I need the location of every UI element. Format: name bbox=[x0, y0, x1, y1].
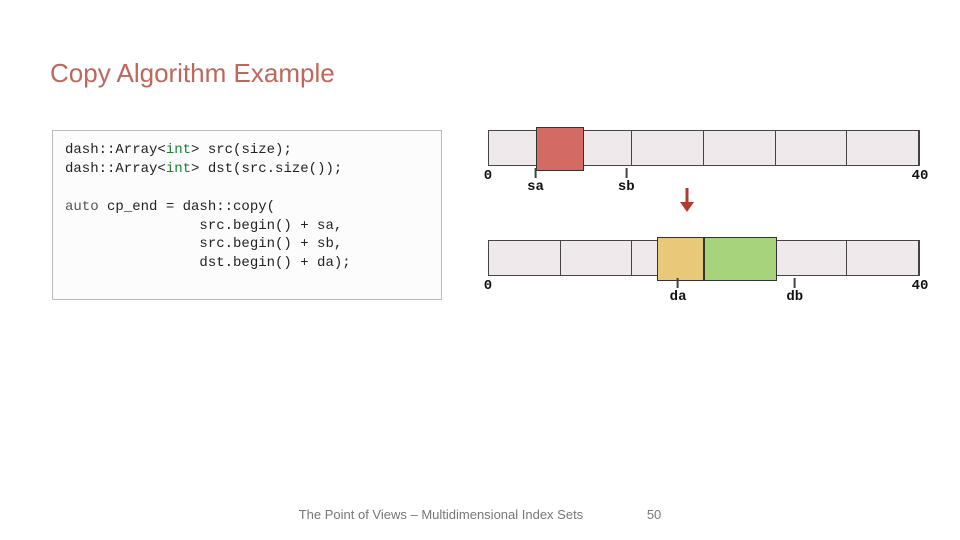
dst-array bbox=[488, 240, 920, 276]
footer-text: The Point of Views – Multidimensional In… bbox=[299, 507, 583, 522]
src-cell bbox=[704, 131, 776, 165]
keyword-auto: auto bbox=[65, 199, 99, 215]
tick-db: db bbox=[786, 278, 803, 305]
tick-label: sb bbox=[618, 179, 635, 195]
dst-highlight-first bbox=[657, 237, 704, 281]
tick-zero: 0 bbox=[484, 168, 492, 184]
code-l1a: dash::Array< bbox=[65, 142, 166, 158]
tick-max: 40 bbox=[912, 168, 929, 184]
code-l1c: > src(size); bbox=[191, 142, 292, 158]
code-block: dash::Array<int> src(size); dash::Array<… bbox=[52, 130, 442, 300]
code-l2c: > dst(src.size()); bbox=[191, 161, 342, 177]
copy-arrow-icon bbox=[678, 188, 690, 206]
footer: The Point of Views – Multidimensional In… bbox=[0, 507, 960, 522]
tick-label: 40 bbox=[912, 168, 929, 184]
tick-zero: 0 bbox=[484, 278, 492, 294]
tick-label: da bbox=[670, 289, 687, 305]
dst-cell bbox=[561, 241, 633, 275]
dst-cell bbox=[489, 241, 561, 275]
arrays-diagram: 0 sa sb 40 0 da db 40 bbox=[488, 130, 920, 300]
code-l2a: dash::Array< bbox=[65, 161, 166, 177]
src-highlight bbox=[536, 127, 583, 171]
code-blank bbox=[65, 180, 73, 196]
tick-label: db bbox=[786, 289, 803, 305]
dst-cell bbox=[776, 241, 848, 275]
tick-label: sa bbox=[527, 179, 544, 195]
tick-label: 40 bbox=[912, 278, 929, 294]
code-l4: src.begin() + sa, bbox=[65, 218, 342, 234]
dst-highlight-second bbox=[704, 237, 777, 281]
code-l3b: cp_end = dash::copy( bbox=[99, 199, 275, 215]
src-cell bbox=[776, 131, 848, 165]
tick-max: 40 bbox=[912, 278, 929, 294]
keyword-int: int bbox=[166, 161, 191, 177]
src-array bbox=[488, 130, 920, 166]
tick-sa: sa bbox=[527, 168, 544, 195]
page-number: 50 bbox=[647, 507, 661, 522]
page-title: Copy Algorithm Example bbox=[50, 58, 335, 89]
code-l5: src.begin() + sb, bbox=[65, 236, 342, 252]
src-cell bbox=[847, 131, 919, 165]
keyword-int: int bbox=[166, 142, 191, 158]
src-cell bbox=[632, 131, 704, 165]
tick-sb: sb bbox=[618, 168, 635, 195]
tick-da: da bbox=[670, 278, 687, 305]
dst-cell bbox=[847, 241, 919, 275]
tick-label: 0 bbox=[484, 168, 492, 184]
tick-label: 0 bbox=[484, 278, 492, 294]
src-ticks: 0 sa sb 40 bbox=[488, 168, 920, 190]
dst-ticks: 0 da db 40 bbox=[488, 278, 920, 300]
code-l6: dst.begin() + da); bbox=[65, 255, 351, 271]
